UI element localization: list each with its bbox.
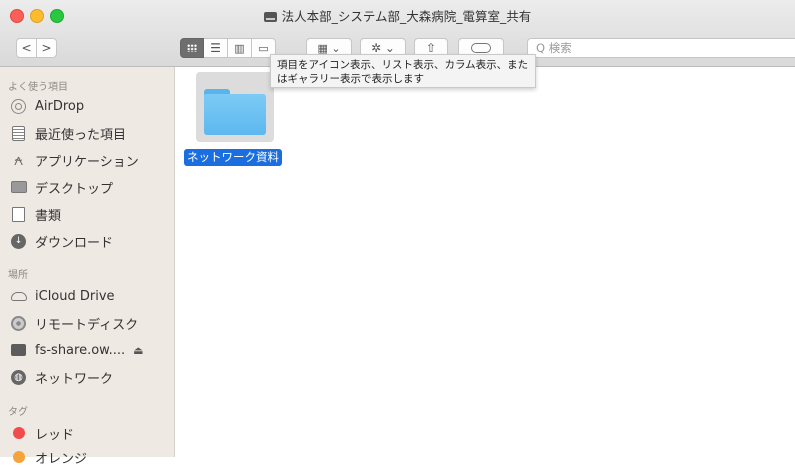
sidebar-item-label: デスクトップ bbox=[35, 181, 114, 197]
share-icon: ⇧ bbox=[425, 41, 437, 55]
airdrop-icon bbox=[11, 98, 26, 114]
sidebar-item-network[interactable]: ◍ ネットワーク bbox=[10, 367, 113, 387]
column-view-button[interactable]: ▥ bbox=[228, 38, 252, 58]
sidebar-section-locations: 場所 bbox=[8, 270, 28, 281]
finder-sidebar: よく使う項目 AirDrop 最近使った項目 ⍲ アプリケーション デスクトップ… bbox=[0, 67, 175, 467]
folder-icon bbox=[204, 89, 266, 135]
sidebar-section-tags: タグ bbox=[8, 407, 28, 418]
list-lines-icon: ☰ bbox=[210, 41, 221, 55]
sidebar-item-applications[interactable]: ⍲ アプリケーション bbox=[10, 150, 139, 170]
window-title: 法人本部_システム部_大森病院_電算室_共有 bbox=[0, 6, 795, 25]
sidebar-item-label: AirDrop bbox=[35, 98, 85, 114]
sidebar-item-label: fs-share.ow.... bbox=[35, 342, 126, 358]
gallery-icon: ▭ bbox=[258, 41, 269, 55]
server-icon bbox=[11, 344, 26, 356]
desktop-icon bbox=[10, 181, 27, 193]
back-button[interactable]: < bbox=[16, 38, 37, 58]
sidebar-item-label: オレンジ bbox=[35, 451, 88, 467]
icon-view-button[interactable] bbox=[180, 38, 204, 58]
view-mode-tooltip: 項目をアイコン表示、リスト表示、カラム表示、またはギャラリー表示で表示します bbox=[270, 54, 536, 88]
icloud-icon bbox=[10, 291, 27, 301]
sidebar-item-red-tag[interactable]: レッド bbox=[10, 423, 74, 443]
orange-tag-icon bbox=[12, 451, 25, 463]
file-browser-content[interactable]: ネットワーク資料 bbox=[176, 67, 795, 457]
sidebar-item-desktop[interactable]: デスクトップ bbox=[10, 177, 113, 197]
server-disk-icon bbox=[263, 12, 277, 22]
window-title-text: 法人本部_システム部_大森病院_電算室_共有 bbox=[281, 9, 532, 24]
sidebar-item-label: iCloud Drive bbox=[35, 288, 115, 304]
search-placeholder: Q 検索 bbox=[536, 41, 572, 55]
documents-icon bbox=[12, 206, 25, 222]
sidebar-item-recents[interactable]: 最近使った項目 bbox=[10, 123, 126, 143]
tag-icon bbox=[471, 43, 491, 53]
search-field[interactable]: Q 検索 bbox=[527, 38, 795, 58]
sidebar-item-documents[interactable]: 書類 bbox=[10, 204, 61, 224]
applications-icon: ⍲ bbox=[13, 150, 24, 169]
red-tag-icon bbox=[12, 427, 25, 439]
gear-icon: ✲ ⌄ bbox=[371, 41, 395, 55]
sidebar-item-remote-disc[interactable]: リモートディスク bbox=[10, 313, 138, 333]
sidebar-item-orange-tag[interactable]: オレンジ bbox=[10, 447, 87, 467]
eject-icon[interactable]: ⏏ bbox=[133, 344, 143, 357]
sidebar-item-label: 最近使った項目 bbox=[35, 127, 127, 143]
sidebar-item-icloud-drive[interactable]: iCloud Drive bbox=[10, 286, 115, 306]
forward-button[interactable]: > bbox=[36, 38, 57, 58]
sidebar-item-label: ネットワーク bbox=[35, 371, 114, 387]
icon-grid-icon bbox=[187, 44, 197, 52]
list-view-button[interactable]: ☰ bbox=[204, 38, 228, 58]
sidebar-item-downloads[interactable]: ↓ ダウンロード bbox=[10, 231, 113, 251]
group-grid-icon: ▦ ⌄ bbox=[317, 41, 341, 55]
sidebar-item-airdrop[interactable]: AirDrop bbox=[10, 96, 84, 116]
forward-chevron-icon: > bbox=[41, 41, 52, 55]
folder-item-network-docs[interactable] bbox=[196, 72, 274, 142]
sidebar-section-favorites: よく使う項目 bbox=[8, 82, 68, 93]
remote-disc-icon bbox=[11, 315, 26, 331]
sidebar-item-label: レッド bbox=[35, 427, 75, 443]
sidebar-item-fs-share[interactable]: fs-share.ow.... ⏏ bbox=[10, 340, 144, 360]
view-mode-segment: ☰ ▥ ▭ bbox=[180, 38, 276, 58]
sidebar-item-label: アプリケーション bbox=[35, 154, 139, 170]
folder-name-label[interactable]: ネットワーク資料 bbox=[184, 149, 282, 166]
downloads-icon: ↓ bbox=[11, 233, 26, 249]
back-chevron-icon: < bbox=[21, 41, 32, 55]
columns-icon: ▥ bbox=[234, 41, 245, 55]
sidebar-item-label: 書類 bbox=[35, 208, 62, 224]
sidebar-item-label: リモートディスク bbox=[35, 317, 139, 333]
network-icon: ◍ bbox=[11, 369, 26, 385]
recents-icon bbox=[12, 125, 25, 141]
sidebar-item-label: ダウンロード bbox=[35, 235, 114, 251]
